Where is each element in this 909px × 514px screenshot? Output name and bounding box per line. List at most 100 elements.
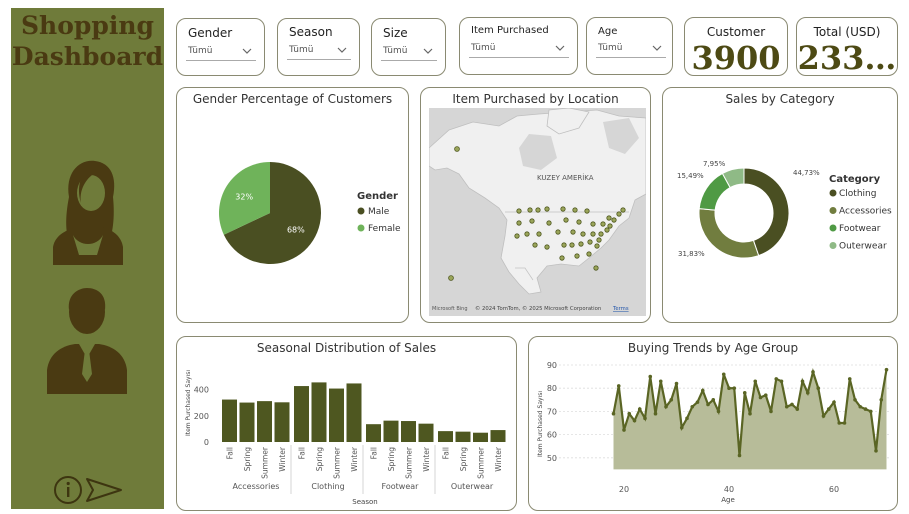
size-slicer[interactable]: Size Tümü [371, 18, 446, 76]
x-tick-label: Winter [494, 446, 503, 472]
data-point [769, 409, 773, 414]
kpi-label: Total (USD) [813, 25, 881, 39]
data-point [648, 374, 653, 379]
total-usd-kpi-card: Total (USD) 233… [796, 17, 898, 77]
pie-data-label: 68% [287, 225, 305, 234]
data-point [832, 400, 836, 404]
data-point [669, 398, 674, 402]
dashboard-title: Shopping Dashboard [11, 11, 164, 71]
chevron-down-icon [242, 48, 252, 54]
legend-item: Outerwear [839, 242, 887, 252]
data-point [622, 428, 626, 432]
bar-footwear-fall [366, 424, 381, 442]
sidebar: Shopping Dashboard [11, 8, 164, 509]
kpi-value: 3900 [691, 39, 781, 77]
legend-marker [829, 189, 837, 197]
seasonal-chart-card: Seasonal Distribution of Sales Season It… [176, 336, 517, 511]
terms-link[interactable]: Terms [612, 306, 629, 312]
slicer-value: Tümü [188, 46, 213, 56]
size-dropdown[interactable]: Tümü [381, 44, 437, 61]
x-tick-label: 20 [619, 485, 629, 494]
donut-data-label: 44,73% [793, 169, 820, 177]
age-trend-chart-card: Buying Trends by Age Group Age Item Purc… [528, 336, 898, 511]
bar-clothing-fall [294, 386, 309, 442]
gender-pie-chart: Gender 68% 32% Male Female [219, 162, 401, 264]
y-tick-label: 90 [547, 361, 557, 370]
data-point [879, 398, 884, 402]
kpi-value: 233… [797, 39, 897, 77]
data-point [742, 391, 747, 395]
pie-data-label: 32% [235, 193, 253, 202]
data-point [763, 393, 768, 397]
x-tick-label: Fall [298, 447, 307, 459]
data-point [721, 372, 726, 377]
bar-clothing-spring [311, 382, 327, 442]
data-point [774, 377, 779, 381]
gender-dropdown[interactable]: Tümü [186, 44, 256, 61]
map-attribution: © 2024 TomTom, © 2025 Microsoft Corporat… [475, 305, 601, 312]
y-tick-label: 80 [547, 384, 557, 393]
info-icon[interactable] [53, 475, 83, 505]
customer-kpi-card: Customer 3900 [684, 17, 788, 77]
data-point [653, 411, 658, 416]
data-point [779, 379, 784, 384]
x-tick-label: Spring [459, 447, 468, 471]
legend-marker [829, 207, 837, 214]
bar-outerwear-fall [438, 431, 453, 442]
x-tick-label: Fall [226, 447, 235, 459]
data-point [658, 379, 663, 384]
y-tick-label: 70 [547, 407, 557, 416]
data-point [700, 388, 705, 393]
season-dropdown[interactable]: Tümü [287, 43, 351, 60]
data-point [753, 379, 758, 384]
item-purchased-slicer[interactable]: Item Purchased Tümü [459, 17, 578, 75]
donut-data-label: 15,49% [677, 172, 704, 180]
data-point [632, 418, 637, 423]
data-point [858, 404, 863, 409]
data-point [821, 414, 826, 418]
category-donut-chart: Category 44,73% 31,83% 15,49% 7,95% Clothing… [677, 160, 892, 259]
bing-logo: Microsoft Bing [432, 306, 468, 312]
data-point [758, 395, 763, 400]
age-slicer[interactable]: Age Tümü [586, 17, 673, 75]
chevron-down-icon [555, 45, 565, 51]
gender-slicer[interactable]: Gender Tümü [176, 18, 265, 76]
female-customer-icon [53, 160, 123, 265]
slicer-label: Item Purchased [471, 25, 549, 36]
item-purchased-dropdown[interactable]: Tümü [469, 41, 569, 58]
data-point [737, 453, 742, 458]
x-group-label: Outerwear [451, 482, 494, 491]
bar-clothing-winter [346, 383, 362, 442]
legend-marker [357, 224, 365, 232]
x-tick-label: Summer [477, 446, 486, 479]
data-point [685, 416, 689, 421]
chevron-down-icon [652, 45, 662, 51]
x-tick-label: 40 [724, 485, 734, 494]
data-point [847, 377, 852, 381]
y-tick-label: 200 [194, 412, 209, 421]
send-icon[interactable] [85, 477, 123, 503]
data-point [811, 370, 815, 374]
x-tick-label: Winter [422, 446, 431, 472]
data-point [690, 404, 695, 409]
north-america-map[interactable]: KUZEY AMERİKA Microsoft Bing © 2024 TomT… [429, 108, 646, 316]
data-point [637, 407, 642, 411]
data-point [816, 386, 821, 390]
season-slicer[interactable]: Season Tümü [277, 18, 360, 76]
chart-title: Item Purchased by Location [452, 92, 619, 106]
x-group-label: Accessories [233, 482, 280, 491]
slicer-label: Season [289, 25, 333, 39]
chevron-down-icon [423, 48, 433, 54]
age-dropdown[interactable]: Tümü [596, 41, 666, 58]
location-map-card: Item Purchased by Location KUZEY AMERİKA… [420, 87, 651, 323]
category-chart-card: Sales by Category Category 44,73% 31,83% 1… [662, 87, 898, 323]
data-point [711, 398, 716, 402]
data-point [837, 421, 842, 425]
x-tick-label: Winter [278, 446, 287, 472]
data-point [884, 367, 889, 372]
donut-data-label: 7,95% [703, 160, 726, 168]
bar-accessories-winter [274, 402, 290, 442]
legend-item: Accessories [839, 207, 892, 217]
data-point [616, 384, 621, 388]
y-tick-label: 60 [547, 431, 557, 440]
